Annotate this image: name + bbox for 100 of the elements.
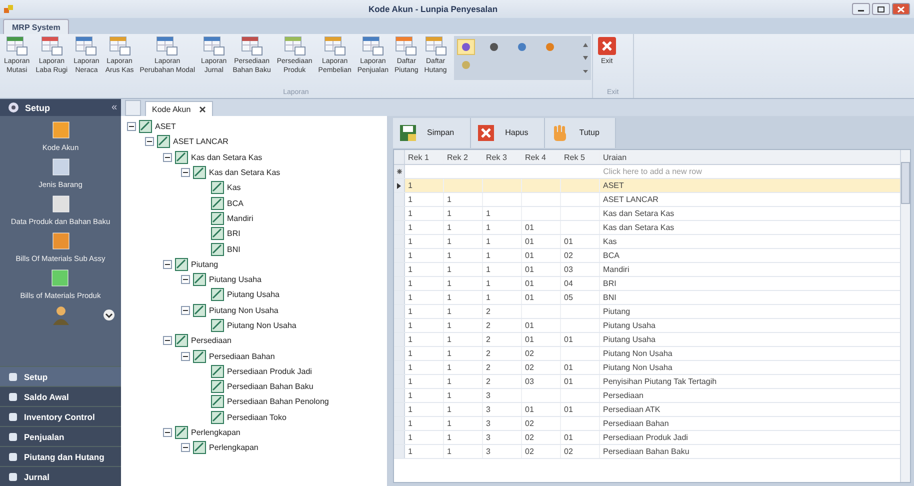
delete-icon — [477, 124, 496, 142]
table-row[interactable]: 1 1 3 Persediaan — [394, 389, 900, 403]
table-row[interactable]: 1 1 1 01 04 BRI — [394, 277, 900, 291]
table-cell: 1 — [447, 209, 452, 218]
chevron-down-icon[interactable] — [103, 309, 115, 321]
table-cell: 1 — [447, 321, 452, 330]
gallery-item[interactable] — [456, 39, 475, 55]
column-header[interactable]: Rek 1 — [405, 150, 444, 164]
table-cell: Kas — [603, 237, 617, 246]
table-cell: 01 — [564, 237, 573, 246]
table-row[interactable]: 1 1 3 02 Persediaan Bahan — [394, 417, 900, 431]
collapse-toggle[interactable] — [127, 122, 136, 132]
ribbon-tab[interactable]: MRP System — [3, 19, 70, 34]
tree-item[interactable]: Piutang Non Usaha — [227, 321, 296, 330]
table-row[interactable]: 1 1 ASET LANCAR — [394, 193, 900, 207]
collapse-toggle[interactable] — [163, 260, 172, 269]
minimize-button[interactable] — [852, 3, 870, 15]
column-header[interactable]: Rek 3 — [483, 150, 522, 164]
collapse-toggle[interactable] — [163, 152, 172, 162]
tree-item[interactable]: Perlengkapan — [209, 443, 258, 452]
tree-item[interactable]: Piutang Usaha — [227, 290, 280, 300]
checkbox-icon — [175, 334, 188, 348]
table-cell: 3 — [486, 391, 490, 400]
scroll-up-icon[interactable] — [582, 42, 589, 48]
tree-item[interactable]: Mandiri — [227, 214, 254, 223]
scrollbar[interactable] — [900, 150, 910, 482]
table-cell: 1 — [447, 377, 452, 386]
table-row[interactable]: 1 1 1 01 02 BCA — [394, 249, 900, 263]
tree-item[interactable]: ASET LANCAR — [173, 137, 228, 146]
toolbar-button[interactable]: Hapus — [471, 118, 546, 148]
tree-item[interactable]: Persediaan Bahan Penolong — [227, 397, 329, 406]
table-cell: 02 — [525, 447, 534, 456]
collapse-toggle[interactable] — [163, 336, 172, 346]
table-cell: Persediaan Bahan — [603, 419, 669, 428]
collapse-toggle[interactable] — [181, 352, 190, 361]
table-row[interactable]: 1 1 3 02 01 Persediaan Produk Jadi — [394, 431, 900, 445]
document-tab[interactable]: Kode Akun — [145, 101, 213, 116]
column-header[interactable]: Uraian — [600, 150, 900, 164]
collapse-toggle[interactable] — [181, 275, 190, 284]
table-row[interactable]: 1 1 2 Piutang — [394, 305, 900, 319]
person-icon[interactable] — [52, 305, 70, 325]
checkbox-icon — [211, 395, 224, 408]
tree-item[interactable]: Kas — [227, 183, 241, 192]
tree-item[interactable]: Persediaan Bahan — [209, 352, 275, 361]
collapse-toggle[interactable] — [181, 306, 190, 315]
checkbox-icon — [211, 196, 224, 210]
table-row[interactable]: 1 1 1 01 Kas dan Setara Kas — [394, 221, 900, 235]
checkbox-icon — [211, 212, 224, 225]
table-row[interactable]: 1 ASET — [394, 179, 900, 193]
tree-item[interactable]: Perlengkapan — [191, 428, 240, 438]
report-icon — [395, 36, 418, 56]
tree-item[interactable]: Piutang Non Usaha — [209, 306, 278, 315]
tree-item[interactable]: Kas dan Setara Kas — [191, 152, 262, 162]
close-button[interactable] — [892, 3, 910, 15]
table-row[interactable]: 1 1 2 03 01 Penyisihan Piutang Tak Tertagih — [394, 375, 900, 389]
circle-icon — [544, 42, 555, 52]
report-icon — [284, 36, 306, 56]
table-cell: 1 — [447, 391, 452, 400]
collapse-button[interactable]: « — [111, 102, 117, 113]
nav-item[interactable]: Jurnal — [0, 466, 121, 486]
tree-item[interactable]: Persediaan Toko — [227, 412, 286, 422]
table-row[interactable]: 1 1 1 01 01 Kas — [394, 235, 900, 249]
save-icon — [399, 124, 417, 142]
table-cell: 02 — [525, 419, 534, 428]
checkbox-icon — [175, 150, 188, 164]
tree-item[interactable]: BCA — [227, 198, 244, 208]
table-cell: 1 — [408, 181, 412, 190]
tree-item[interactable]: Persediaan — [191, 336, 232, 346]
table-row[interactable]: 1 1 1 01 05 BNI — [394, 291, 900, 305]
tree-item[interactable]: Piutang — [191, 260, 218, 269]
collapse-toggle[interactable] — [145, 137, 154, 146]
collapse-toggle[interactable] — [181, 443, 190, 452]
restore-button[interactable] — [872, 3, 890, 15]
collapse-toggle[interactable] — [163, 428, 172, 438]
table-row[interactable]: 1 1 2 01 01 Piutang Usaha — [394, 333, 900, 347]
table-row[interactable]: 1 1 1 01 03 Mandiri — [394, 263, 900, 277]
table-row[interactable]: 1 1 2 02 Piutang Non Usaha — [394, 347, 900, 361]
tree-item[interactable]: Persediaan Produk Jadi — [227, 366, 312, 376]
table-row[interactable]: 1 1 2 01 Piutang Usaha — [394, 319, 900, 333]
close-icon[interactable] — [198, 106, 206, 112]
tree-item[interactable]: BRI — [227, 229, 240, 238]
collapse-toggle[interactable] — [181, 168, 190, 178]
scroll-down-icon[interactable] — [582, 54, 589, 61]
table-row[interactable]: 1 1 2 02 01 Piutang Non Usaha — [394, 361, 900, 375]
table-row[interactable]: 1 1 3 02 02 Persediaan Bahan Baku — [394, 445, 900, 459]
table-row[interactable]: 1 1 1 Kas dan Setara Kas — [394, 207, 900, 221]
nav-item[interactable]: Setup — [0, 366, 121, 386]
tree-item[interactable]: BNI — [227, 244, 240, 254]
tree-item[interactable]: ASET — [155, 122, 176, 132]
column-header[interactable]: Rek 4 — [522, 150, 561, 164]
toolbar-button[interactable]: Tutup — [545, 118, 616, 148]
tree-item[interactable]: Kas dan Setara Kas — [209, 168, 280, 178]
tree-item[interactable]: Piutang Usaha — [209, 275, 262, 284]
toolbar-button[interactable]: Simpan — [393, 118, 472, 148]
table-row[interactable]: 1 1 3 01 01 Persediaan ATK — [394, 403, 900, 417]
column-header[interactable]: Rek 2 — [444, 150, 483, 164]
column-header[interactable]: Rek 5 — [561, 150, 600, 164]
table-cell: 2 — [486, 363, 490, 372]
expand-icon[interactable] — [582, 68, 589, 74]
tree-item[interactable]: Persediaan Bahan Baku — [227, 382, 314, 392]
